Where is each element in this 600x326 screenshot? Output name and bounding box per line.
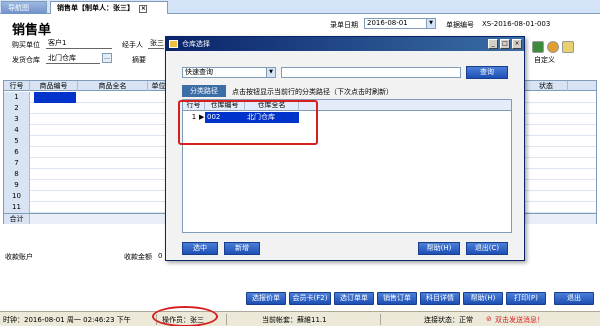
warehouse-label: 发货仓库	[12, 56, 40, 64]
row-number: 3	[4, 114, 30, 125]
dialog-app-icon	[169, 40, 178, 48]
maximize-icon[interactable]: □	[500, 39, 510, 49]
entry-date-field[interactable]: 2016-08-01 ▼	[364, 18, 436, 29]
chevron-down-icon[interactable]: ▼	[266, 68, 275, 77]
status-bar: 时钟：2016-08-01 周一 02:46:23 下午 操作员：张三 当前帐套…	[0, 311, 600, 326]
grid-header-row-no: 行号	[4, 81, 30, 91]
close-icon[interactable]: ×	[512, 39, 522, 49]
tab-navigation[interactable]: 导航图	[1, 1, 47, 14]
handler-label: 经手人	[122, 41, 143, 49]
query-mode-value: 快速查询	[185, 68, 213, 76]
warehouse-picker-button[interactable]: …	[102, 53, 112, 63]
gear-icon[interactable]	[547, 41, 559, 53]
close-icon[interactable]: ×	[139, 5, 148, 13]
entry-date-value: 2016-08-01	[367, 19, 408, 27]
status-connection: 连接状态：正常	[424, 316, 473, 324]
entry-date-label: 录单日期	[330, 21, 358, 29]
select-quote-button[interactable]: 选报价单	[246, 292, 286, 305]
action-bar: 选报价单 会员卡(F2) 选订单单 销售订单 科目详情 帮助(H) 打印(P) …	[246, 292, 596, 305]
warehouse-field[interactable]: 北门仓库	[46, 53, 100, 64]
grid-header-status: 状态	[524, 81, 568, 91]
custom-label: 自定义	[534, 56, 555, 64]
row-number: 6	[4, 147, 30, 158]
summary-label: 摘要	[132, 56, 146, 64]
category-path-hint: 点击按钮显示当前行的分类路径（下次点击时刷新）	[232, 88, 393, 96]
search-button[interactable]: 查询	[466, 66, 508, 79]
row-number: 7	[4, 158, 30, 169]
dialog-help-button[interactable]: 帮助(H)	[418, 242, 460, 255]
receipt-amount-label: 收款金额	[124, 253, 152, 261]
grid-header-product-code: 商品编号	[30, 81, 78, 91]
subject-detail-button[interactable]: 科目详情	[420, 292, 460, 305]
highlight-annotation	[178, 100, 318, 145]
print-button[interactable]: 打印(P)	[506, 292, 546, 305]
row-number: 4	[4, 125, 30, 136]
help-button[interactable]: 帮助(H)	[463, 292, 503, 305]
grid-header-product-name: 商品全名	[78, 81, 148, 91]
tab-sales-order[interactable]: 销售单【制单人：张三】 ×	[50, 1, 168, 14]
handler-field[interactable]: 张三	[148, 38, 164, 49]
buyer-label: 购买单位	[12, 41, 40, 49]
new-button[interactable]: 新增	[224, 242, 260, 255]
row-number: 10	[4, 191, 30, 202]
dialog-titlebar[interactable]: 仓库选择 _ □ ×	[166, 37, 524, 51]
dialog-exit-button[interactable]: 退出(C)	[466, 242, 508, 255]
doc-no-label: 单据编号	[446, 21, 474, 29]
row-number: 8	[4, 169, 30, 180]
tab-strip: 导航图 销售单【制单人：张三】 ×	[0, 0, 600, 14]
search-input[interactable]	[281, 67, 461, 78]
exit-button[interactable]: 退出	[554, 292, 594, 305]
total-label: 合计	[4, 214, 30, 224]
row-number: 1	[4, 92, 30, 103]
user-icon[interactable]	[532, 41, 544, 53]
minimize-icon[interactable]: _	[488, 39, 498, 49]
row-number: 2	[4, 103, 30, 114]
tab-sales-order-label: 销售单【制单人：张三】	[57, 4, 134, 12]
receipt-amount-value: 0	[158, 252, 163, 260]
member-card-button[interactable]: 会员卡(F2)	[289, 292, 331, 305]
select-button[interactable]: 选中	[182, 242, 218, 255]
doc-no-value: XS-2016-08-01-003	[482, 20, 551, 28]
page-title: 销售单	[12, 23, 52, 38]
warehouse-select-dialog: 仓库选择 _ □ × 快速查询 ▼ 查询 分类路径 点击按钮显示当前行的分类路径…	[165, 36, 525, 261]
row-number: 5	[4, 136, 30, 147]
dialog-title: 仓库选择	[182, 40, 210, 48]
status-sms[interactable]: 双击发送消息！	[495, 315, 544, 325]
chevron-down-icon[interactable]: ▼	[426, 19, 435, 28]
buyer-field[interactable]: 客户1	[46, 38, 112, 49]
status-clock: 时钟：2016-08-01 周一 02:46:23 下午	[3, 316, 131, 324]
status-account: 当前帐套：蘇維11.1	[262, 316, 327, 324]
selected-cell[interactable]	[34, 92, 76, 103]
row-number: 11	[4, 202, 30, 213]
note-icon[interactable]	[562, 41, 574, 53]
sales-order-button[interactable]: 销售订单	[377, 292, 417, 305]
receipt-account-label: 收款账户	[5, 253, 33, 261]
select-order-button[interactable]: 选订单单	[334, 292, 374, 305]
row-number: 9	[4, 180, 30, 191]
operator-annotation	[152, 306, 218, 326]
category-path-button[interactable]: 分类路径	[182, 85, 226, 97]
tab-navigation-label: 导航图	[8, 4, 29, 12]
query-mode-select[interactable]: 快速查询 ▼	[182, 67, 276, 78]
status-sms-icon[interactable]: ⊘	[486, 315, 492, 323]
